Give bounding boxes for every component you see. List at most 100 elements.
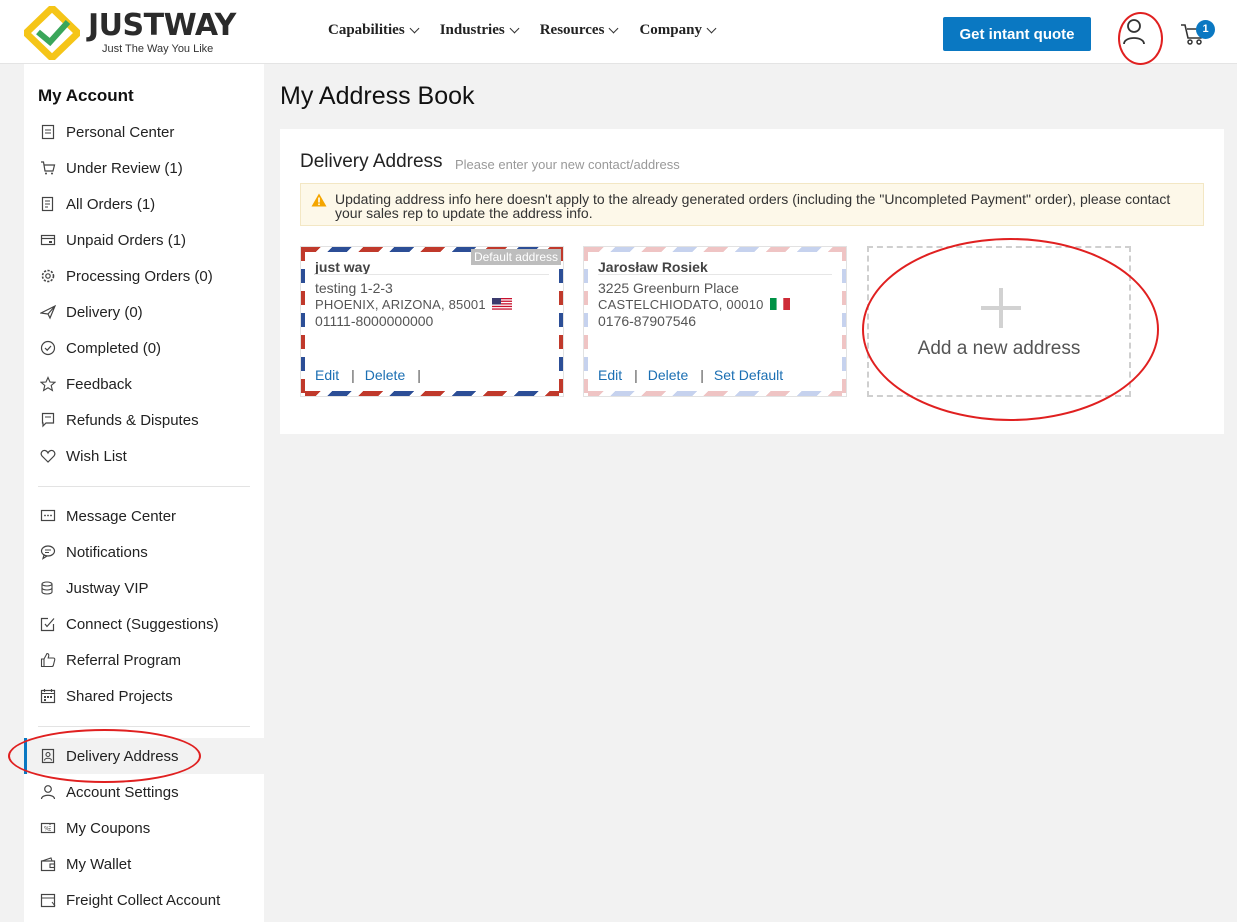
- plus-icon: [981, 288, 1021, 328]
- sidebar-item-label: Shared Projects: [66, 687, 173, 705]
- address-book-icon: [40, 748, 56, 764]
- nav-industries[interactable]: Industries: [439, 22, 520, 39]
- sidebar-item-notifications[interactable]: Notifications: [24, 534, 264, 570]
- calendar-icon: [40, 688, 56, 704]
- card-border-stripe: [559, 247, 563, 396]
- sidebar-item-all-orders[interactable]: All Orders (1): [24, 186, 264, 222]
- card-border-stripe: [584, 247, 588, 396]
- add-address-button[interactable]: Add a new address: [867, 246, 1131, 397]
- thumbs-up-icon: [40, 652, 56, 668]
- sidebar-item-label: My Wallet: [66, 855, 132, 873]
- sidebar-item-label: Delivery Address: [66, 747, 179, 765]
- sidebar-item-completed[interactable]: Completed (0): [24, 330, 264, 366]
- sidebar-item-label: Feedback: [66, 375, 132, 393]
- sidebar-item-processing-orders[interactable]: Processing Orders (0): [24, 258, 264, 294]
- sidebar-item-feedback[interactable]: Feedback: [24, 366, 264, 402]
- us-flag-icon: [491, 298, 512, 310]
- card-icon: [40, 232, 56, 248]
- update-notice: Updating address info here doesn't apply…: [300, 183, 1204, 226]
- logo-mark-icon: [24, 6, 80, 60]
- edit-link[interactable]: Edit: [598, 367, 622, 383]
- flag-icon: [40, 412, 56, 428]
- freight-icon: [40, 892, 56, 908]
- sidebar-item-label: Account Settings: [66, 783, 179, 801]
- sidebar-item-my-wallet[interactable]: My Wallet: [24, 846, 264, 882]
- address-line: 3225 Greenburn Place: [598, 280, 739, 296]
- cart-count-badge: 1: [1196, 20, 1215, 39]
- chevron-down-icon: [409, 23, 420, 34]
- chevron-down-icon: [706, 23, 717, 34]
- sidebar-item-referral-program[interactable]: Referral Program: [24, 642, 264, 678]
- sidebar-item-delivery-address[interactable]: Delivery Address: [24, 738, 264, 774]
- card-border-stripe: [584, 391, 846, 396]
- sidebar-item-delivery[interactable]: Delivery (0): [24, 294, 264, 330]
- sidebar-item-wish-list[interactable]: Wish List: [24, 438, 264, 474]
- delete-link[interactable]: Delete: [648, 367, 688, 383]
- nav-label: Company: [639, 22, 702, 38]
- annotation-circle-user: [1118, 12, 1163, 65]
- card-border-stripe: [584, 247, 846, 252]
- sidebar-item-under-review[interactable]: Under Review (1): [24, 150, 264, 186]
- justway-logo[interactable]: JUSTWAY Just The Way You Like: [24, 6, 236, 60]
- get-quote-button[interactable]: Get intant quote: [943, 17, 1091, 51]
- page-title: My Address Book: [280, 82, 475, 110]
- sidebar-item-justway-vip[interactable]: Justway VIP: [24, 570, 264, 606]
- nav-company[interactable]: Company: [639, 22, 717, 39]
- sidebar-item-label: Personal Center: [66, 123, 175, 141]
- address-card: Jarosław Rosiek 3225 Greenburn Place CAS…: [583, 246, 847, 397]
- plane-icon: [40, 304, 56, 320]
- sidebar-item-personal-center[interactable]: Personal Center: [24, 114, 264, 150]
- sidebar-divider: [38, 726, 250, 727]
- heart-icon: [40, 448, 56, 464]
- account-sidebar: My Account Personal Center Under Review …: [24, 64, 264, 922]
- sidebar-item-label: Justway VIP: [66, 579, 149, 597]
- address-name: Jarosław Rosiek: [598, 259, 708, 275]
- sidebar-menu: Personal Center Under Review (1) All Ord…: [24, 114, 264, 918]
- logo-tagline: Just The Way You Like: [102, 43, 214, 55]
- coins-icon: [40, 580, 56, 596]
- check-circle-icon: [40, 340, 56, 356]
- nav-label: Resources: [539, 22, 605, 38]
- edit-check-icon: [40, 616, 56, 632]
- address-line: testing 1-2-3: [315, 280, 393, 296]
- edit-link[interactable]: Edit: [315, 367, 339, 383]
- sidebar-item-unpaid-orders[interactable]: Unpaid Orders (1): [24, 222, 264, 258]
- address-card-default: Default address just way testing 1-2-3 P…: [300, 246, 564, 397]
- chevron-down-icon: [608, 23, 619, 34]
- sidebar-item-label: Connect (Suggestions): [66, 615, 219, 633]
- sidebar-item-message-center[interactable]: Message Center: [24, 498, 264, 534]
- sidebar-item-label: Referral Program: [66, 651, 182, 669]
- user-icon: [40, 784, 56, 800]
- svg-text:%: %: [44, 826, 50, 833]
- separator: |: [417, 367, 421, 383]
- sidebar-item-connect[interactable]: Connect (Suggestions): [24, 606, 264, 642]
- card-actions: Edit | Delete | Set Default: [598, 367, 783, 383]
- sidebar-item-my-coupons[interactable]: % My Coupons: [24, 810, 264, 846]
- card-border-stripe: [301, 391, 563, 396]
- nav-resources[interactable]: Resources: [539, 22, 619, 39]
- address-city: CASTELCHIODATO, 00010: [598, 297, 764, 312]
- separator: |: [634, 367, 638, 383]
- sidebar-item-label: All Orders (1): [66, 195, 156, 213]
- warning-icon: [311, 193, 327, 207]
- message-icon: [40, 508, 56, 524]
- sidebar-item-shared-projects[interactable]: Shared Projects: [24, 678, 264, 714]
- logo-brand: JUSTWAY: [88, 8, 236, 43]
- wallet-icon: [40, 856, 56, 872]
- separator: |: [700, 367, 704, 383]
- delete-link[interactable]: Delete: [365, 367, 405, 383]
- sidebar-item-label: My Coupons: [66, 819, 151, 837]
- address-phone: 0176-87907546: [598, 313, 697, 329]
- nav-capabilities[interactable]: Capabilities: [328, 22, 420, 39]
- top-header: JUSTWAY Just The Way You Like Capabiliti…: [0, 0, 1237, 65]
- set-default-link[interactable]: Set Default: [714, 367, 783, 383]
- main-nav: Capabilities Industries Resources Compan…: [328, 22, 737, 39]
- sidebar-item-freight-collect[interactable]: Freight Collect Account: [24, 882, 264, 918]
- star-icon: [40, 376, 56, 392]
- sidebar-item-refunds-disputes[interactable]: Refunds & Disputes: [24, 402, 264, 438]
- nav-label: Industries: [439, 22, 505, 38]
- chat-icon: [40, 544, 56, 560]
- sidebar-item-label: Refunds & Disputes: [66, 411, 199, 429]
- sidebar-item-account-settings[interactable]: Account Settings: [24, 774, 264, 810]
- address-city: PHOENIX, ARIZONA, 85001: [315, 297, 486, 312]
